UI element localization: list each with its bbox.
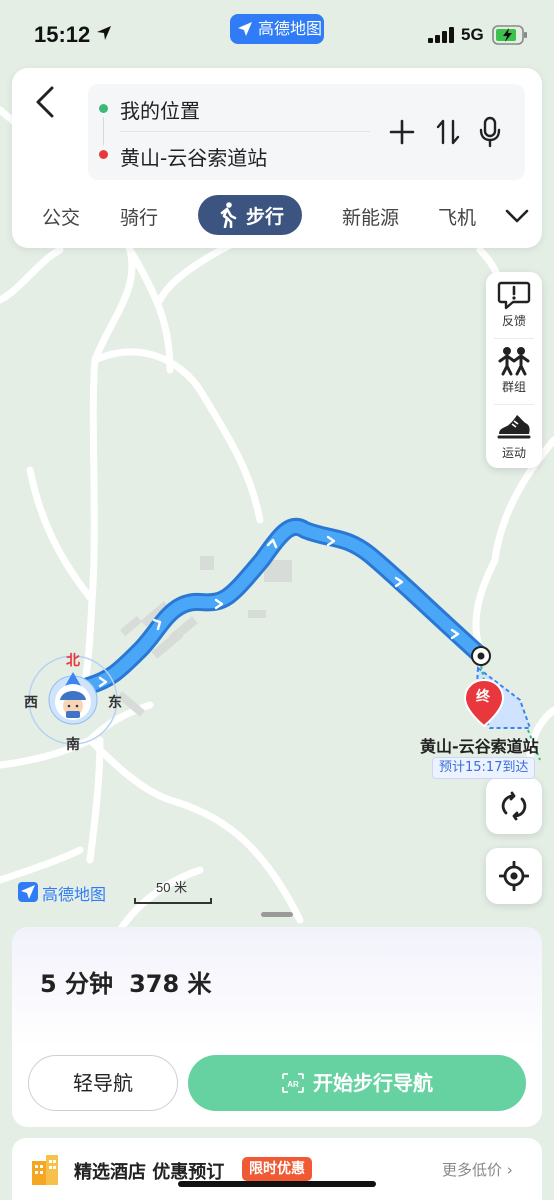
tab-walking[interactable]: 步行 <box>198 195 303 235</box>
route-summary-sheet: 5 分钟 378 米 轻导航 AR 开始步行导航 <box>12 927 542 1127</box>
amap-logo-icon <box>238 22 252 36</box>
tab-cycling[interactable]: 骑行 <box>120 203 158 230</box>
compass-east: 东 <box>108 695 122 711</box>
destination-field[interactable]: 黄山-云谷索道站 <box>120 142 267 171</box>
feedback-icon <box>497 281 531 310</box>
more-deals-link[interactable]: 更多低价 › <box>442 1159 513 1180</box>
compass-west: 西 <box>24 695 38 711</box>
battery-charging-icon <box>492 25 527 45</box>
route-duration: 5 分钟 <box>40 970 114 998</box>
sport-button[interactable]: 运动 <box>486 404 542 468</box>
tab-flight[interactable]: 飞机 <box>438 203 476 230</box>
refresh-icon <box>501 791 527 821</box>
app-badge-label: 高德地图 <box>258 19 323 38</box>
route-distance: 378 米 <box>129 970 212 998</box>
tab-transit[interactable]: 公交 <box>42 203 80 230</box>
destination-dot <box>99 150 108 159</box>
group-button[interactable]: 群组 <box>486 338 542 402</box>
scale-label: 50 米 <box>156 880 188 895</box>
hotel-promo-card[interactable]: 精选酒店 优惠预订 限时优惠 更多低价 › <box>12 1138 542 1200</box>
refresh-route-button[interactable] <box>486 778 542 834</box>
compass-south: 南 <box>66 737 80 753</box>
scale-bar <box>134 898 212 904</box>
route-search-card: 我的位置 黄山-云谷索道站 公交 骑行 步行 新能源 飞机 <box>12 68 542 248</box>
home-indicator[interactable] <box>178 1181 376 1187</box>
location-arrow-icon <box>97 26 111 40</box>
feedback-button[interactable]: 反馈 <box>486 272 542 336</box>
route-summary: 5 分钟 378 米 <box>40 964 212 999</box>
eta-badge: 预计15:17到达 <box>432 757 536 779</box>
locate-me-button[interactable] <box>486 848 542 904</box>
sport-label: 运动 <box>501 446 526 460</box>
mic-icon[interactable] <box>478 116 502 148</box>
destination-name-label[interactable]: 黄山-云谷索道站 <box>420 733 539 757</box>
status-time: 15:12 <box>34 22 91 47</box>
travel-mode-tabs: 公交 骑行 步行 新能源 飞机 <box>12 193 542 237</box>
svg-text:AR: AR <box>287 1080 299 1089</box>
signal-icon <box>428 27 454 43</box>
map-tool-panel: 反馈 群组 运动 <box>486 272 542 468</box>
map-watermark: 高德地图 <box>18 881 106 905</box>
sneaker-icon <box>497 415 531 439</box>
lite-navigation-button[interactable]: 轻导航 <box>28 1055 178 1111</box>
route-input-box: 我的位置 黄山-云谷索道站 <box>88 84 525 180</box>
destination-marker-label[interactable]: 终 <box>476 686 490 706</box>
status-bar: 15:12 高德地图 5G <box>0 0 554 66</box>
back-icon[interactable] <box>30 84 60 120</box>
amap-logo-icon <box>18 882 38 902</box>
group-label: 群组 <box>501 380 526 394</box>
swap-icon[interactable] <box>435 118 461 146</box>
feedback-label: 反馈 <box>501 314 526 328</box>
tab-walking-label: 步行 <box>246 206 285 228</box>
hotel-building-icon <box>32 1155 58 1185</box>
ar-icon: AR <box>282 1072 304 1093</box>
compass-north: 北 <box>66 653 80 669</box>
sheet-drag-handle[interactable] <box>261 912 293 917</box>
route-connector <box>103 117 104 145</box>
walking-icon <box>220 202 237 228</box>
chevron-down-icon[interactable] <box>504 207 530 225</box>
limited-offer-badge: 限时优惠 <box>242 1157 312 1181</box>
start-walking-navigation-button[interactable]: AR 开始步行导航 <box>188 1055 526 1111</box>
add-icon[interactable] <box>388 118 416 146</box>
field-divider <box>120 131 370 132</box>
group-icon <box>498 347 530 376</box>
start-navigation-label: 开始步行导航 <box>313 1071 433 1095</box>
crosshair-icon <box>499 861 529 891</box>
network-type: 5G <box>461 25 484 44</box>
tab-new-energy[interactable]: 新能源 <box>342 203 399 230</box>
origin-dot <box>99 104 108 113</box>
app-return-badge[interactable]: 高德地图 <box>230 14 324 44</box>
origin-field[interactable]: 我的位置 <box>120 95 200 124</box>
map-logo-text: 高德地图 <box>42 885 107 904</box>
